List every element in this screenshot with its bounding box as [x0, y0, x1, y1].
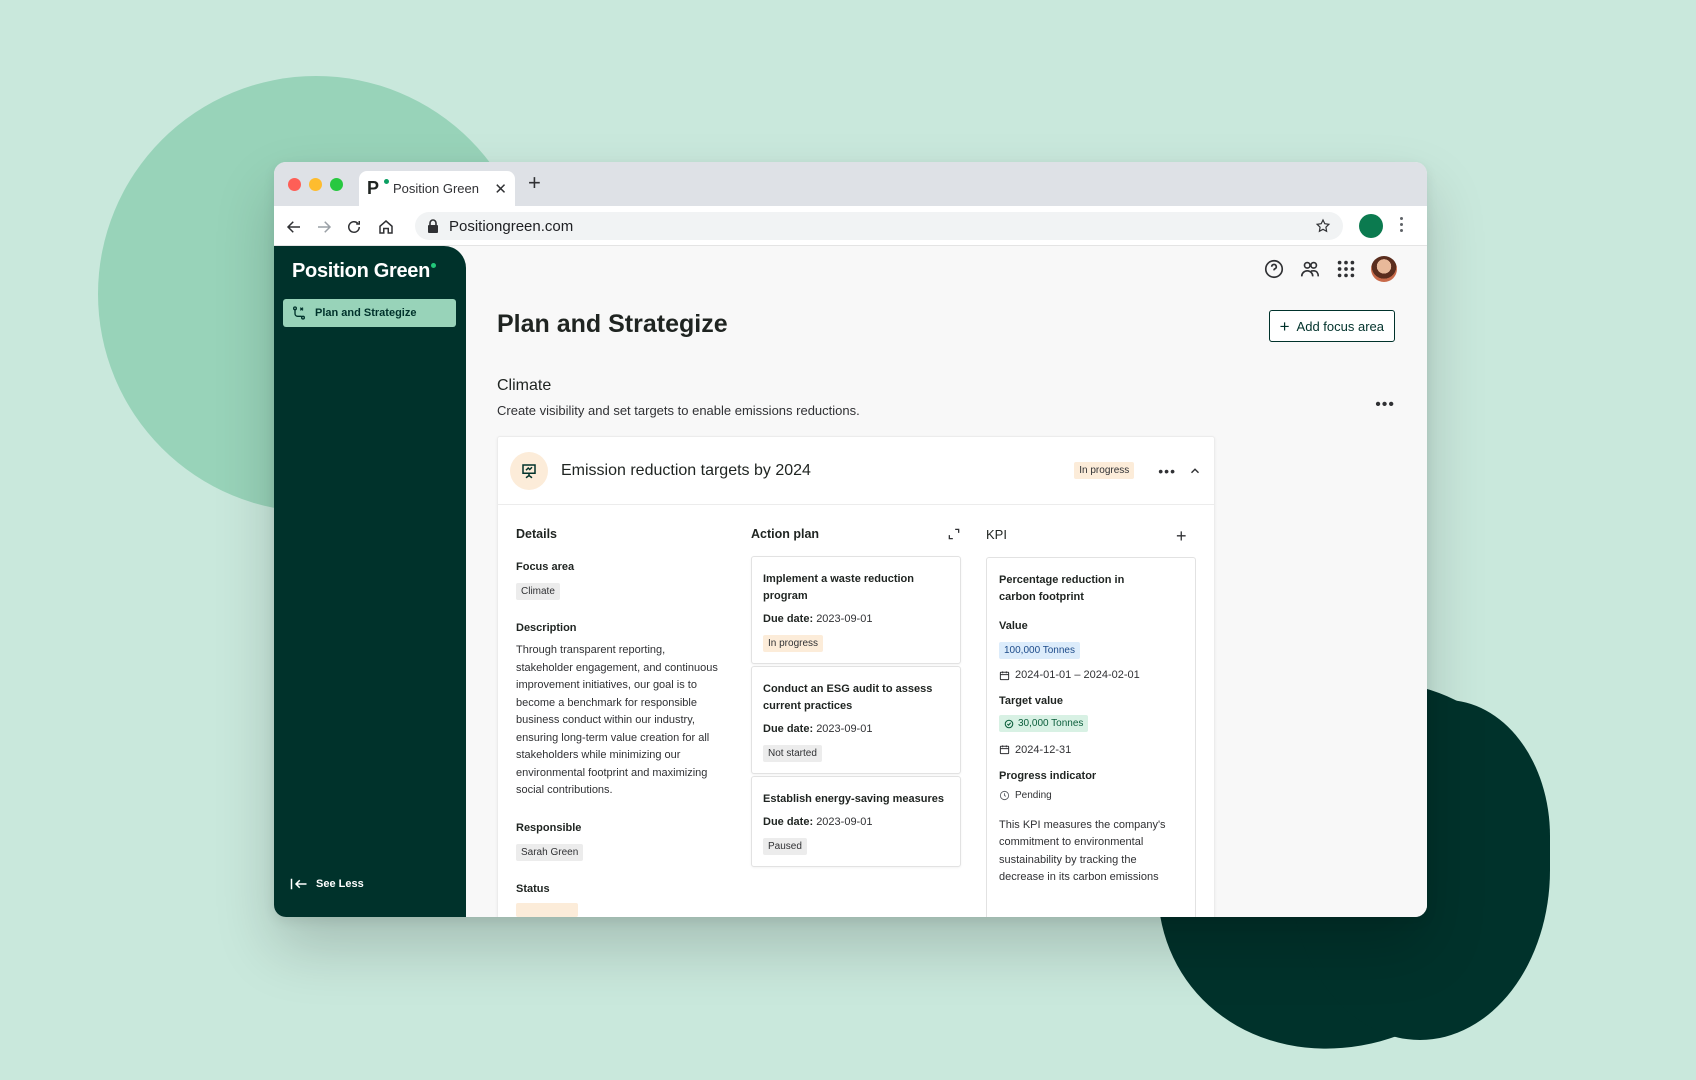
action-item-status: Not started — [763, 745, 822, 762]
home-icon[interactable] — [377, 218, 395, 236]
sidebar: Position Green Plan and Strategize See L… — [274, 246, 466, 917]
favicon-icon: P — [367, 178, 389, 199]
tab-title: Position Green — [393, 181, 479, 196]
app-container: Position Green Plan and Strategize See L… — [274, 246, 1427, 917]
back-icon[interactable] — [285, 218, 303, 236]
pending-icon — [999, 790, 1010, 800]
focus-area-label: Focus area — [516, 561, 575, 573]
users-icon[interactable] — [1299, 258, 1321, 280]
reload-icon[interactable] — [345, 218, 363, 236]
add-focus-area-label: Add focus area — [1296, 318, 1384, 334]
new-tab-icon[interactable]: + — [528, 172, 541, 194]
action-item-status: Paused — [763, 838, 807, 855]
action-item-due: Due date: 2023-09-01 — [763, 613, 873, 625]
apps-grid-icon[interactable] — [1335, 258, 1357, 280]
action-item-due: Due date: 2023-09-01 — [763, 816, 873, 828]
calendar-icon — [999, 745, 1010, 755]
sidebar-item-label: Plan and Strategize — [315, 307, 417, 319]
minimize-window-button[interactable] — [309, 178, 322, 191]
status-value-placeholder — [516, 902, 578, 917]
kpi-value-period: 2024-01-01 – 2024-02-01 — [999, 669, 1183, 681]
sidebar-item-plan-and-strategize[interactable]: Plan and Strategize — [283, 299, 456, 327]
avatar[interactable] — [1371, 256, 1397, 282]
section-more-icon[interactable]: ••• — [1375, 396, 1395, 414]
details-column: Details Focus area Climate Description T… — [516, 527, 721, 917]
action-item-due: Due date: 2023-09-01 — [763, 723, 873, 735]
status-badge: In progress — [1074, 462, 1135, 479]
description-label: Description — [516, 622, 577, 634]
kpi-title: KPI — [986, 527, 1007, 542]
kpi-target-tag: 30,000 Tonnes — [999, 715, 1089, 732]
header-icons — [1263, 256, 1397, 282]
url-text: Positiongreen.com — [449, 217, 574, 235]
page-title: Plan and Strategize — [497, 310, 728, 338]
maximize-window-button[interactable] — [330, 178, 343, 191]
bookmark-star-icon[interactable] — [1315, 218, 1331, 234]
collapse-sidebar-icon — [290, 878, 307, 890]
help-icon[interactable] — [1263, 258, 1285, 280]
add-kpi-icon[interactable]: + — [1176, 527, 1187, 545]
card-title: Emission reduction targets by 2024 — [561, 461, 811, 479]
kpi-value-label: Value — [999, 620, 1028, 632]
description-text: Through transparent reporting, stakehold… — [516, 644, 718, 796]
action-plan-column: Action plan Implement a waste reduction … — [751, 527, 961, 869]
browser-window: P Position Green ✕ + Positiongreen.com P… — [274, 162, 1427, 917]
close-window-button[interactable] — [288, 178, 301, 191]
target-icon — [1004, 719, 1014, 728]
responsible-label: Responsible — [516, 821, 582, 834]
status-label: Status — [516, 882, 550, 895]
see-less-label: See Less — [316, 878, 364, 890]
address-bar[interactable]: Positiongreen.com — [415, 212, 1343, 240]
action-item-name: Implement a waste reduction program — [763, 573, 914, 602]
responsible-tag: Sarah Green — [516, 843, 584, 861]
strategy-icon — [293, 306, 305, 320]
kpi-description: This KPI measures the company's commitme… — [999, 818, 1166, 884]
kpi-value-tag: 100,000 Tonnes — [999, 642, 1080, 659]
add-focus-area-button[interactable]: + Add focus area — [1268, 310, 1395, 342]
kpi-target-label: Target value — [999, 695, 1063, 707]
action-item[interactable]: Implement a waste reduction program Due … — [751, 556, 961, 664]
action-plan-title: Action plan — [751, 527, 820, 541]
chevron-up-icon[interactable] — [1188, 464, 1202, 478]
section-title: Climate — [497, 377, 552, 394]
presentation-icon — [510, 451, 548, 490]
kpi-name: Percentage reduction in carbon footprint — [999, 574, 1125, 603]
action-item[interactable]: Conduct an ESG audit to assess current p… — [751, 666, 961, 774]
browser-toolbar: Positiongreen.com — [274, 206, 1427, 246]
forward-icon[interactable] — [315, 218, 333, 236]
action-item[interactable]: Establish energy-saving measures Due dat… — [751, 776, 961, 867]
kpi-target-date: 2024-12-31 — [999, 744, 1183, 756]
action-item-name: Conduct an ESG audit to assess current p… — [763, 683, 933, 712]
action-item-name: Establish energy-saving measures — [763, 793, 944, 805]
card-header[interactable]: Emission reduction targets by 2024 In pr… — [498, 437, 1214, 505]
browser-menu-icon[interactable] — [1400, 217, 1404, 235]
details-title: Details — [516, 527, 557, 541]
brand-logo: Position Green — [292, 260, 437, 283]
close-tab-icon[interactable]: ✕ — [494, 180, 507, 198]
browser-tab[interactable]: P Position Green ✕ — [359, 171, 515, 206]
main-content: Plan and Strategize + Add focus area Cli… — [466, 246, 1427, 917]
kpi-column: KPI + Percentage reduction in carbon foo… — [986, 527, 1196, 917]
expand-icon[interactable] — [947, 527, 961, 541]
tab-bar: P Position Green ✕ + — [274, 162, 1427, 206]
focus-area-tag: Climate — [516, 583, 560, 600]
section-description: Create visibility and set targets to ena… — [497, 403, 860, 418]
browser-profile-icon[interactable] — [1359, 214, 1383, 238]
kpi-card[interactable]: Percentage reduction in carbon footprint… — [986, 557, 1196, 917]
action-item-status: In progress — [763, 635, 824, 652]
plus-icon: + — [1279, 316, 1290, 336]
card-more-icon[interactable]: ••• — [1158, 463, 1176, 479]
lock-icon — [428, 219, 438, 233]
calendar-icon — [999, 670, 1010, 680]
focus-area-card: Emission reduction targets by 2024 In pr… — [497, 436, 1215, 917]
kpi-progress-status: Pending — [999, 790, 1183, 801]
see-less-button[interactable]: See Less — [290, 877, 364, 891]
kpi-progress-label: Progress indicator — [999, 769, 1097, 782]
